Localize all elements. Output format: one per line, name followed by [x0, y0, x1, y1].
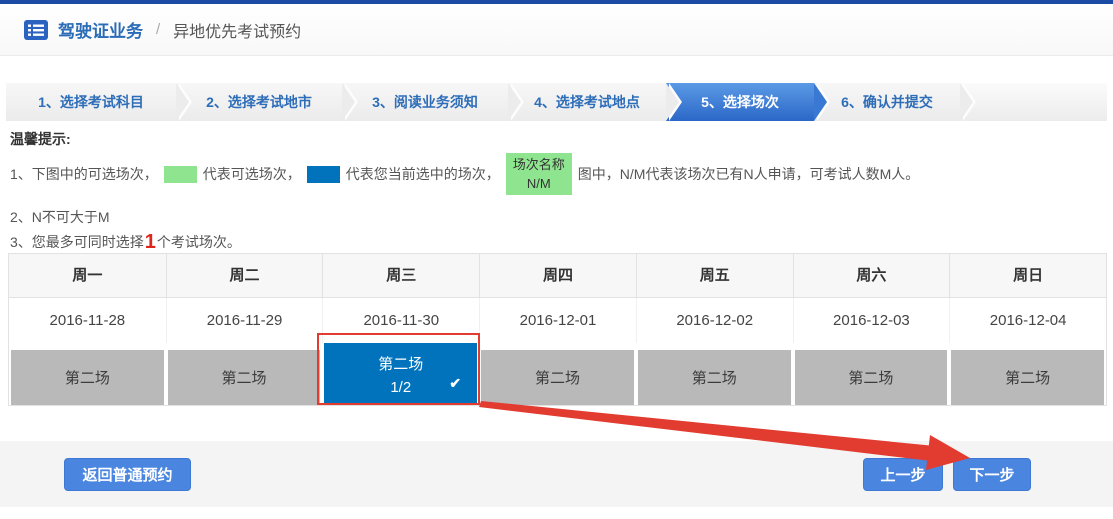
date-cell: 2016-11-29 [166, 298, 323, 343]
weekday-header: 周一 [9, 254, 166, 297]
weekday-header: 周二 [166, 254, 323, 297]
tip-line-2: 2、N不可大于M [10, 207, 1113, 225]
green-swatch-icon [164, 166, 197, 183]
schedule-table: 周一 周二 周三 周四 周五 周六 周日 2016-11-28 2016-11-… [8, 253, 1107, 406]
session-cell[interactable]: 第二场 [11, 350, 164, 405]
session-cell[interactable]: 第二场 [638, 350, 791, 405]
date-cell: 2016-12-04 [949, 298, 1106, 343]
tip3-text-b: 个考试场次。 [157, 232, 241, 252]
date-cell: 2016-12-03 [793, 298, 950, 343]
session-cell[interactable]: 第二场 [481, 350, 634, 405]
legend-sample-box: 场次名称 N/M [506, 153, 572, 195]
tip1-text-b: 代表可选场次， [203, 164, 301, 184]
weekday-header: 周三 [322, 254, 479, 297]
weekday-header: 周日 [949, 254, 1106, 297]
previous-step-button[interactable]: 上一步 [863, 458, 943, 491]
date-cell: 2016-11-28 [9, 298, 166, 343]
weekday-header: 周四 [479, 254, 636, 297]
tab-step-6[interactable]: 6、确认并提交 [814, 83, 960, 121]
back-to-normal-booking-button[interactable]: 返回普通预约 [64, 458, 191, 491]
tab-step-1[interactable]: 1、选择考试科目 [6, 83, 176, 121]
tab-step-3[interactable]: 3、阅读业务须知 [342, 83, 508, 121]
date-row: 2016-11-28 2016-11-29 2016-11-30 2016-12… [9, 298, 1106, 343]
session-cell[interactable]: 第二场 [168, 350, 321, 405]
tip1-text-a: 1、下图中的可选场次， [10, 164, 158, 184]
weekday-header-row: 周一 周二 周三 周四 周五 周六 周日 [9, 254, 1106, 298]
tips-heading: 温馨提示: [10, 129, 1113, 147]
list-icon [24, 20, 48, 40]
page-title[interactable]: 驾驶证业务 [58, 17, 143, 42]
legend-ratio: N/M [527, 176, 551, 191]
tip-line-3: 3、您最多可同时选择 1 个考试场次。 [10, 229, 1113, 255]
tab-step-5-active[interactable]: 5、选择场次 [666, 83, 814, 121]
session-count: 1/2 [390, 379, 411, 396]
check-icon: ✔ [449, 375, 461, 392]
tab-step-2[interactable]: 2、选择考试地市 [176, 83, 342, 121]
page: 驾驶证业务 / 异地优先考试预约 1、选择考试科目 2、选择考试地市 3、阅读业… [0, 0, 1113, 519]
tip3-text-a: 3、您最多可同时选择 [10, 232, 144, 252]
session-name: 第二场 [378, 353, 423, 374]
step-tabs: 1、选择考试科目 2、选择考试地市 3、阅读业务须知 4、选择考试地点 5、选择… [6, 83, 1107, 121]
max-select-count: 1 [144, 231, 157, 254]
date-cell: 2016-11-30 [322, 298, 479, 343]
date-cell: 2016-12-02 [636, 298, 793, 343]
date-cell: 2016-12-01 [479, 298, 636, 343]
page-subtitle: 异地优先考试预约 [173, 18, 301, 42]
tip1-text-c: 代表您当前选中的场次， [346, 164, 500, 184]
session-row: 第二场 第二场 第二场 1/2 ✔ 第二场 第二场 第二场 第二场 [9, 343, 1106, 405]
weekday-header: 周六 [793, 254, 950, 297]
session-cell[interactable]: 第二场 [951, 350, 1104, 405]
tip1-text-d: 图中，N/M代表该场次已有N人申请，可考试人数M人。 [578, 164, 919, 184]
legend-session-name: 场次名称 [513, 157, 565, 172]
blue-swatch-icon [307, 166, 340, 183]
session-cell-selected[interactable]: 第二场 1/2 ✔ [324, 343, 477, 405]
tab-step-4[interactable]: 4、选择考试地点 [508, 83, 666, 121]
session-cell[interactable]: 第二场 [795, 350, 948, 405]
footer-bar: 返回普通预约 上一步 下一步 [0, 441, 1113, 507]
weekday-header: 周五 [636, 254, 793, 297]
tip-line-1: 1、下图中的可选场次， 代表可选场次， 代表您当前选中的场次， 场次名称 N/M… [10, 151, 1113, 197]
breadcrumb-separator: / [156, 21, 160, 38]
next-step-button[interactable]: 下一步 [953, 458, 1031, 491]
breadcrumb: 驾驶证业务 / 异地优先考试预约 [0, 4, 1113, 56]
tips-section: 温馨提示: 1、下图中的可选场次， 代表可选场次， 代表您当前选中的场次， 场次… [0, 121, 1113, 253]
